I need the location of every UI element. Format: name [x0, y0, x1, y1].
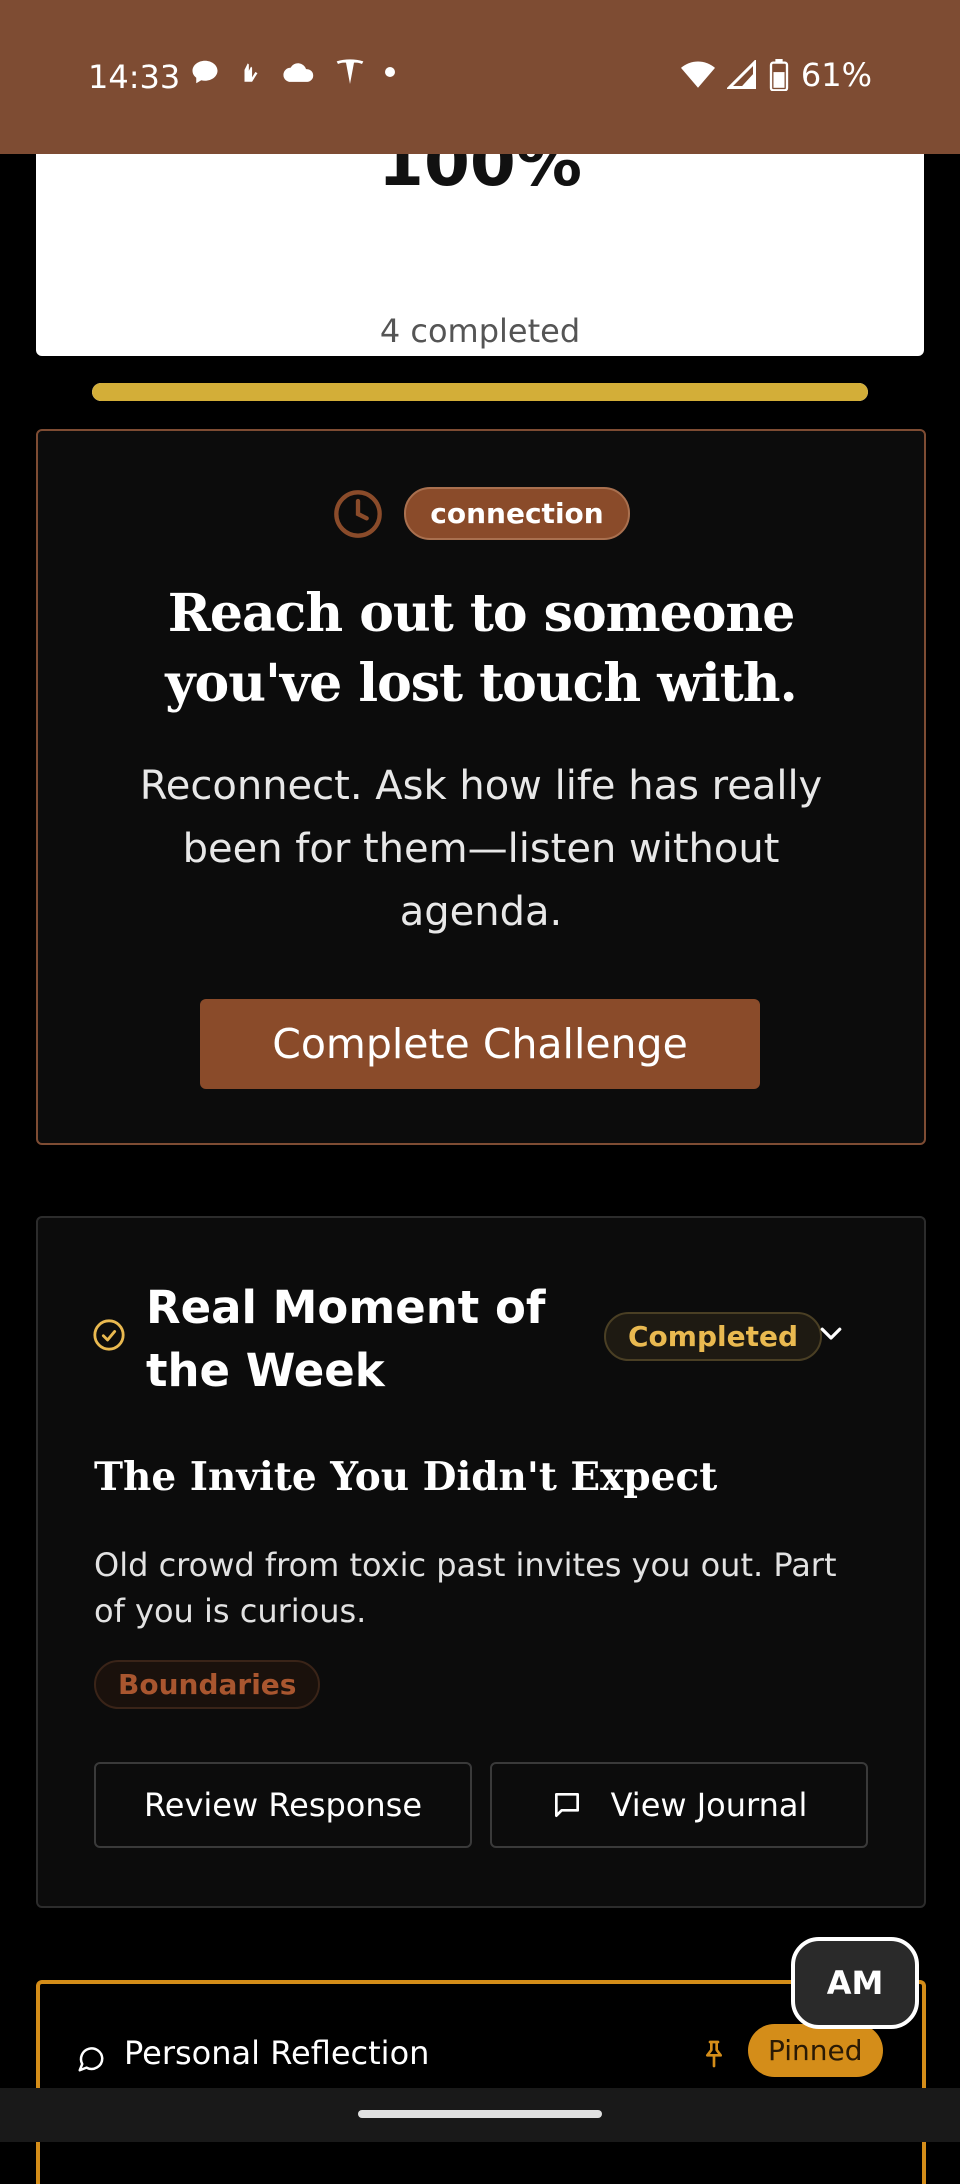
status-bar: 14:33 61%: [0, 0, 960, 154]
avatar-initials: AM: [826, 1964, 884, 2002]
check-circle-icon: [93, 1319, 125, 1351]
notification-icons: [190, 56, 396, 88]
clock-icon: [334, 489, 383, 538]
battery-percent: 61%: [800, 56, 872, 94]
challenge-card: connection Reach out to someone you've l…: [36, 429, 926, 1145]
section-title: Real Moment of the Week: [146, 1281, 546, 1397]
topic-tag: Boundaries: [94, 1660, 321, 1709]
battery-icon: [769, 59, 789, 91]
progress-caption: 4 completed: [379, 312, 581, 350]
tesla-icon: [336, 59, 364, 84]
wifi-icon: [680, 61, 715, 88]
status-badge: Completed: [604, 1312, 823, 1361]
hands-icon: [244, 63, 258, 82]
system-icons: 61%: [680, 56, 872, 94]
review-response-button[interactable]: Review Response: [94, 1762, 472, 1848]
avatar[interactable]: AM: [791, 1937, 919, 2029]
progress-bar-fill: [92, 383, 868, 401]
reflection-title: Personal Reflection: [124, 2034, 430, 2072]
view-journal-button[interactable]: View Journal: [490, 1762, 868, 1848]
progress-bar: [92, 383, 868, 401]
moment-title: The Invite You Didn't Expect: [94, 1454, 718, 1500]
category-tag: connection: [404, 487, 630, 540]
challenge-title: Reach out to someone you've lost touch w…: [165, 583, 797, 714]
challenge-description: Reconnect. Ask how life has really been …: [139, 763, 823, 935]
pinned-badge: Pinned: [748, 2024, 883, 2077]
message-circle-icon: [78, 2047, 104, 2072]
real-moment-card: Real Moment of the Week Completed The In…: [36, 1216, 926, 1908]
status-time: 14:33: [88, 58, 181, 96]
view-journal-label: View Journal: [610, 1786, 808, 1824]
message-square-icon: [554, 1793, 579, 1817]
challenge-header: connection: [38, 487, 924, 540]
pin-icon[interactable]: [698, 2036, 730, 2072]
signal-icon: [726, 60, 756, 89]
chat-bubble-icon: [192, 60, 218, 84]
navigation-bar: [0, 2088, 960, 2142]
chevron-down-icon[interactable]: [816, 1318, 846, 1348]
complete-challenge-button[interactable]: Complete Challenge: [200, 999, 760, 1089]
dot-icon: [385, 67, 395, 77]
review-response-label: Review Response: [143, 1786, 423, 1824]
home-gesture-handle[interactable]: [358, 2110, 602, 2118]
cloud-icon: [283, 63, 314, 82]
moment-description: Old crowd from toxic past invites you ou…: [94, 1546, 837, 1630]
